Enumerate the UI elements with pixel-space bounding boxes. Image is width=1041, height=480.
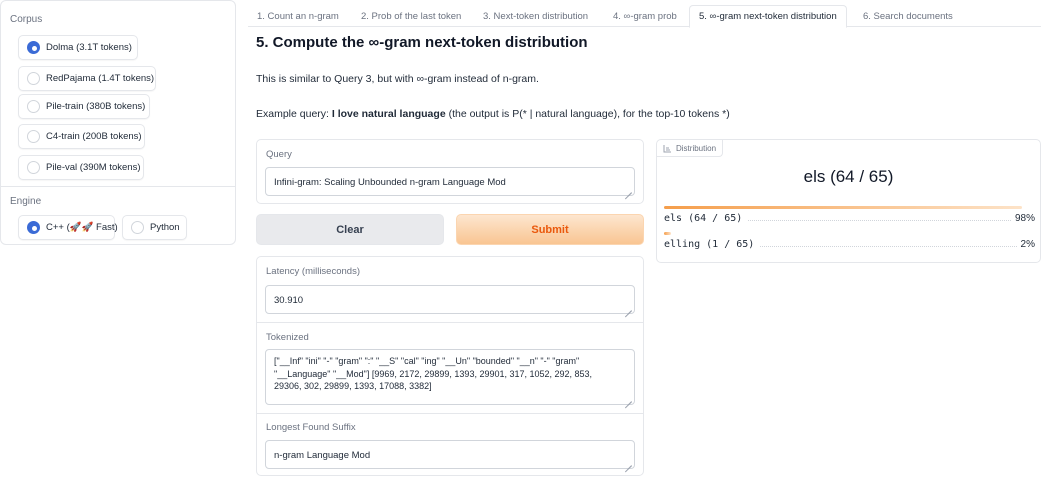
- description-text: This is similar to Query 3, but with ∞-g…: [256, 73, 539, 85]
- tab-next-token-distribution[interactable]: 3. Next-token distribution: [474, 6, 597, 27]
- example-query: I love natural language: [331, 108, 446, 120]
- radio-unselected-icon: [27, 100, 40, 113]
- tab-count-ngram[interactable]: 1. Count an n-gram: [248, 6, 348, 27]
- submit-button[interactable]: Submit: [456, 214, 644, 245]
- corpus-option-redpajama[interactable]: RedPajama (1.4T tokens): [18, 66, 156, 91]
- radio-unselected-icon: [27, 72, 40, 85]
- distribution-panel: Distribution els (64 / 65) els (64 / 65)…: [656, 139, 1041, 263]
- resize-handle-icon[interactable]: [625, 304, 632, 311]
- tokenized-value: ["__Inf" "ini" "-" "gram" ":" "__S" "cal…: [274, 356, 593, 391]
- suffix-value: n-gram Language Mod: [274, 450, 371, 461]
- token-label: els (64 / 65): [664, 213, 743, 224]
- distribution-bar: [664, 206, 1022, 209]
- radio-unselected-icon: [131, 221, 144, 234]
- engine-option-label: C++ (🚀🚀 Fast): [46, 222, 118, 233]
- clear-button[interactable]: Clear: [256, 214, 444, 245]
- corpus-option-pile-val[interactable]: Pile-val (390M tokens): [18, 155, 144, 180]
- example-prefix: Example query:: [256, 108, 332, 120]
- divider: [257, 413, 643, 414]
- latency-value: 30.910: [274, 295, 304, 306]
- settings-panel: Corpus Dolma (3.1T tokens) RedPajama (1.…: [0, 0, 236, 245]
- engine-option-label: Python: [150, 222, 180, 233]
- tab-search-documents[interactable]: 6. Search documents: [854, 6, 962, 27]
- distribution-top-label: els (64 / 65): [803, 167, 894, 186]
- corpus-option-dolma[interactable]: Dolma (3.1T tokens): [18, 35, 138, 60]
- distribution-row: elling (1 / 65) 2%: [664, 237, 1035, 250]
- suffix-output[interactable]: n-gram Language Mod: [265, 440, 635, 469]
- tokenized-label: Tokenized: [266, 332, 309, 343]
- radio-selected-icon: [27, 41, 40, 54]
- corpus-label: Corpus: [10, 14, 43, 25]
- distribution-bar: [664, 232, 671, 235]
- corpus-option-c4-train[interactable]: C4-train (200B tokens): [18, 124, 145, 149]
- corpus-option-label: Pile-val (390M tokens): [46, 162, 141, 173]
- example-text: Example query: I love natural language (…: [256, 108, 730, 120]
- divider: [1, 186, 235, 187]
- tab-prob-last-token[interactable]: 2. Prob of the last token: [352, 6, 470, 27]
- engine-option-cpp[interactable]: C++ (🚀🚀 Fast): [18, 215, 118, 240]
- resize-handle-icon[interactable]: [625, 186, 632, 193]
- query-box: Query Infini-gram: Scaling Unbounded n-g…: [256, 139, 644, 204]
- query-input[interactable]: Infini-gram: Scaling Unbounded n-gram La…: [265, 167, 635, 196]
- radio-selected-icon: [27, 221, 40, 234]
- query-value: Infini-gram: Scaling Unbounded n-gram La…: [274, 177, 506, 188]
- resize-handle-icon[interactable]: [625, 395, 632, 402]
- latency-output[interactable]: 30.910: [265, 285, 635, 314]
- example-suffix: (the output is P(* | natural language), …: [445, 108, 730, 120]
- tokenized-output[interactable]: ["__Inf" "ini" "-" "gram" ":" "__S" "cal…: [265, 349, 635, 405]
- tab-infgram-next-token-distribution[interactable]: 5. ∞-gram next-token distribution: [689, 5, 847, 28]
- suffix-label: Longest Found Suffix: [266, 422, 356, 433]
- corpus-option-label: RedPajama (1.4T tokens): [46, 73, 155, 84]
- distribution-tag-label: Distribution: [676, 143, 717, 153]
- latency-label: Latency (milliseconds): [266, 266, 360, 277]
- tab-infgram-prob[interactable]: 4. ∞-gram prob: [604, 6, 686, 27]
- engine-label: Engine: [10, 196, 42, 207]
- radio-unselected-icon: [27, 130, 40, 143]
- dotted-leader: [760, 246, 1017, 247]
- token-percent: 2%: [1020, 239, 1035, 250]
- corpus-option-label: Pile-train (380B tokens): [46, 101, 146, 112]
- resize-handle-icon[interactable]: [625, 459, 632, 466]
- engine-option-python[interactable]: Python: [122, 215, 187, 240]
- distribution-row: els (64 / 65) 98%: [664, 211, 1035, 224]
- token-percent: 98%: [1014, 213, 1035, 224]
- page-title: 5. Compute the ∞-gram next-token distrib…: [256, 34, 588, 51]
- dotted-leader: [748, 220, 1011, 221]
- radio-unselected-icon: [27, 161, 40, 174]
- corpus-option-label: Dolma (3.1T tokens): [46, 42, 132, 53]
- query-tabs: 1. Count an n-gram 2. Prob of the last t…: [248, 0, 1041, 28]
- divider: [257, 322, 643, 323]
- output-panel: Latency (milliseconds) 30.910 Tokenized …: [256, 256, 644, 476]
- token-label: elling (1 / 65): [664, 239, 755, 250]
- corpus-option-pile-train[interactable]: Pile-train (380B tokens): [18, 94, 150, 119]
- distribution-tag: Distribution: [657, 140, 724, 157]
- chart-icon: [663, 144, 671, 152]
- query-label: Query: [266, 149, 292, 160]
- corpus-option-label: C4-train (200B tokens): [46, 131, 142, 142]
